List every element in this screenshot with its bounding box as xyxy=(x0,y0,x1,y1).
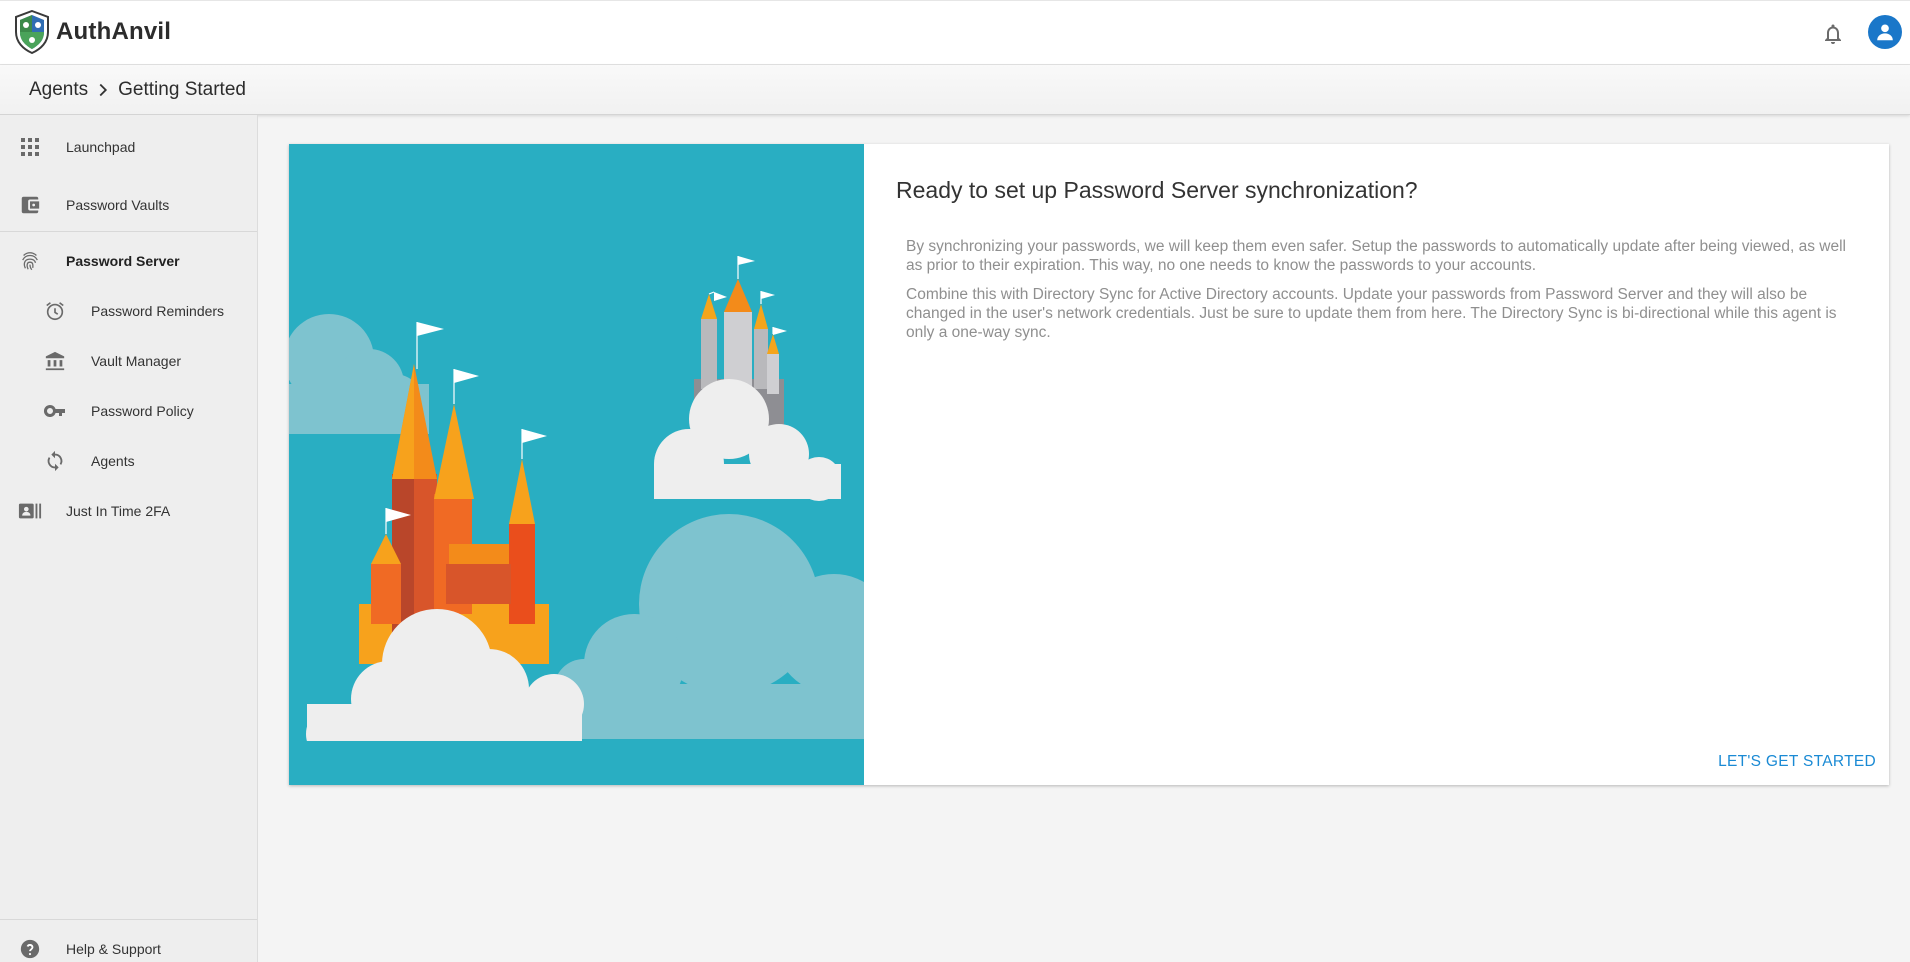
wallet-icon xyxy=(18,193,42,217)
description-paragraph: Combine this with Directory Sync for Act… xyxy=(906,286,1837,341)
card-content: Ready to set up Password Server synchron… xyxy=(864,144,1889,785)
user-avatar[interactable] xyxy=(1868,15,1902,49)
sidebar-item-vault-manager[interactable]: Vault Manager xyxy=(0,339,257,383)
sidebar-item-password-server[interactable]: Password Server xyxy=(0,239,257,283)
top-header: AuthAnvil xyxy=(0,0,1910,65)
fingerprint-icon xyxy=(18,249,42,273)
sidebar-item-label: Password Reminders xyxy=(91,303,225,319)
sidebar-item-launchpad[interactable]: Launchpad xyxy=(0,125,257,169)
sidebar: Launchpad Password Vaults Password Serve… xyxy=(0,115,258,962)
sidebar-divider xyxy=(0,231,257,232)
sync-icon xyxy=(43,449,67,473)
sidebar-item-label: Just In Time 2FA xyxy=(66,503,171,519)
breadcrumb-current: Getting Started xyxy=(118,78,246,100)
sidebar-item-label: Password Vaults xyxy=(66,197,170,213)
key-icon xyxy=(43,399,67,423)
castle-illustration xyxy=(289,144,864,785)
sidebar-item-label: Agents xyxy=(91,453,135,469)
notifications-bell-icon[interactable] xyxy=(1821,22,1845,46)
sidebar-item-label: Help & Support xyxy=(66,941,161,957)
sidebar-item-label: Password Policy xyxy=(91,403,194,419)
sidebar-item-agents[interactable]: Agents xyxy=(0,439,257,483)
sidebar-item-password-policy[interactable]: Password Policy xyxy=(0,389,257,433)
app-logo[interactable]: AuthAnvil xyxy=(14,10,171,54)
help-icon xyxy=(18,937,42,961)
sidebar-item-password-vaults[interactable]: Password Vaults xyxy=(0,183,257,227)
id-card-icon xyxy=(18,499,42,523)
app-name: AuthAnvil xyxy=(56,18,172,45)
alarm-icon xyxy=(43,299,67,323)
page-title: Ready to set up Password Server synchron… xyxy=(896,177,1418,203)
sidebar-footer-divider xyxy=(0,919,257,920)
lets-get-started-button[interactable]: LET'S GET STARTED xyxy=(1718,753,1876,771)
breadcrumb-agents-link[interactable]: Agents xyxy=(29,79,88,101)
sidebar-item-label: Launchpad xyxy=(66,139,136,155)
getting-started-card: Ready to set up Password Server synchron… xyxy=(289,144,1889,785)
account-icon xyxy=(1877,24,1893,41)
description-paragraph: By synchronizing your passwords, we will… xyxy=(906,238,1846,274)
sidebar-item-label: Password Server xyxy=(66,253,180,269)
bank-icon xyxy=(43,349,67,373)
sidebar-item-password-reminders[interactable]: Password Reminders xyxy=(0,289,257,333)
sidebar-item-label: Vault Manager xyxy=(91,353,182,369)
chevron-right-icon xyxy=(99,83,108,96)
breadcrumb: Agents Getting Started xyxy=(0,65,1910,115)
grid-icon xyxy=(18,135,42,159)
shield-logo-icon xyxy=(15,10,49,54)
sidebar-item-help-support[interactable]: Help & Support xyxy=(0,927,257,962)
sidebar-item-just-in-time-2fa[interactable]: Just In Time 2FA xyxy=(0,489,257,533)
